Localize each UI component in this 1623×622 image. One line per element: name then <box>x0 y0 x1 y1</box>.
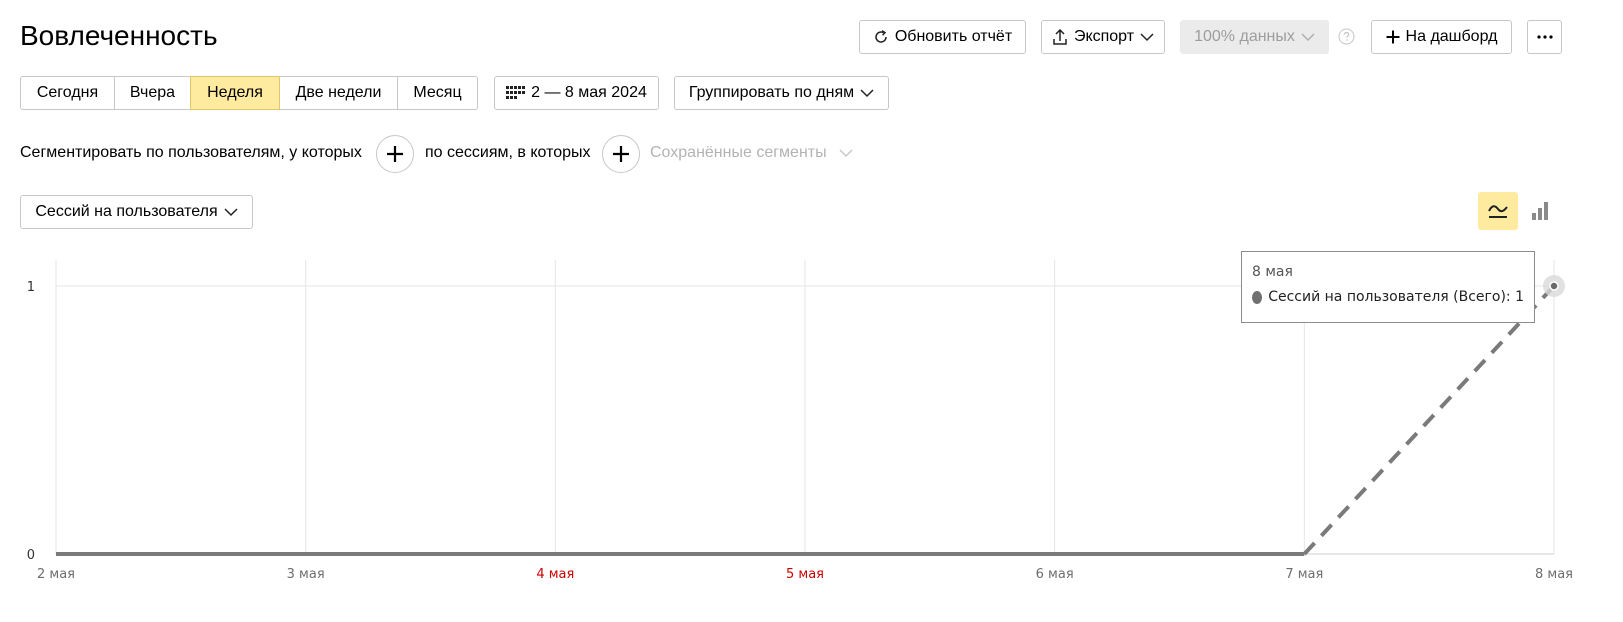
y-tick-label: 1 <box>27 280 35 295</box>
x-tick-label: 8 мая <box>1535 567 1573 582</box>
y-tick-label: 0 <box>27 548 35 563</box>
x-tick-label: 3 мая <box>287 567 325 582</box>
series-marker-icon <box>1252 290 1263 304</box>
x-tick-label: 6 мая <box>1036 567 1074 582</box>
hover-point[interactable] <box>1549 281 1559 291</box>
x-tick-label: 4 мая <box>536 567 574 582</box>
chart-tooltip: 8 мая Сессий на пользователя (Всего): 1 <box>1241 251 1535 323</box>
x-tick-label: 5 мая <box>786 567 824 582</box>
series-line-dashed <box>1302 284 1556 556</box>
tooltip-value: Сессий на пользователя (Всего): 1 <box>1268 289 1524 305</box>
x-tick-label: 2 мая <box>37 567 75 582</box>
tooltip-date: 8 мая <box>1252 264 1293 280</box>
x-tick-label: 7 мая <box>1285 567 1323 582</box>
tab-week[interactable]: Неделя <box>190 76 280 110</box>
tooltip-row: Сессий на пользователя (Всего): 1 <box>1252 289 1524 305</box>
